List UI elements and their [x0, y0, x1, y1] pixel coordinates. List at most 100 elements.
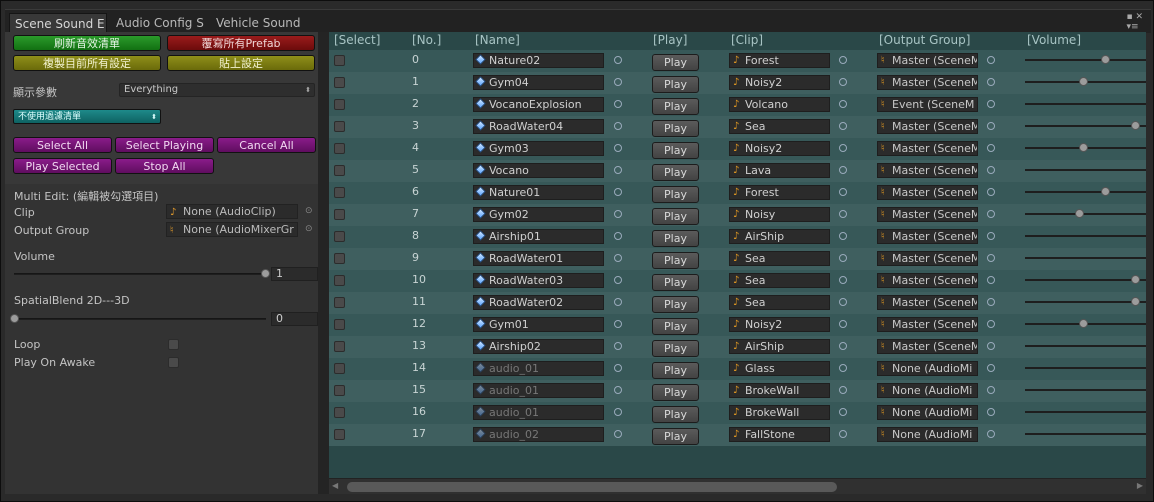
row-play-button[interactable]: Play: [652, 230, 699, 247]
spatial-blend-slider-handle[interactable]: [10, 314, 19, 323]
object-picker-icon[interactable]: [839, 122, 847, 130]
row-output-group-field[interactable]: ♮ Master (SceneM: [877, 53, 978, 68]
row-name-field[interactable]: RoadWater04: [473, 119, 604, 134]
object-picker-icon[interactable]: [987, 254, 995, 262]
scroll-right-icon[interactable]: ▶: [1137, 481, 1143, 490]
object-picker-icon[interactable]: [839, 276, 847, 284]
object-picker-icon[interactable]: [839, 364, 847, 372]
object-picker-icon[interactable]: ⊙: [305, 206, 313, 216]
row-play-button[interactable]: Play: [652, 186, 699, 203]
row-volume-slider-handle[interactable]: [1079, 143, 1088, 152]
object-picker-icon[interactable]: ⊙: [305, 224, 313, 234]
row-clip-field[interactable]: ♪ Noisy: [729, 207, 830, 222]
object-picker-icon[interactable]: [614, 100, 622, 108]
row-name-field[interactable]: Airship02: [473, 339, 604, 354]
object-picker-icon[interactable]: [987, 166, 995, 174]
row-name-field[interactable]: Vocano: [473, 163, 604, 178]
row-output-group-field[interactable]: ♮ Master (SceneM: [877, 273, 978, 288]
row-play-button[interactable]: Play: [652, 428, 699, 445]
select-all-button[interactable]: Select All: [13, 137, 112, 153]
row-output-group-field[interactable]: ♮ Event (SceneM: [877, 97, 978, 112]
object-picker-icon[interactable]: [839, 166, 847, 174]
loop-checkbox[interactable]: [168, 339, 179, 350]
row-select-checkbox[interactable]: [334, 341, 345, 352]
row-name-field[interactable]: VocanoExplosion: [473, 97, 604, 112]
row-play-button[interactable]: Play: [652, 208, 699, 225]
row-name-field[interactable]: RoadWater02: [473, 295, 604, 310]
row-output-group-field[interactable]: ♮ Master (SceneM: [877, 119, 978, 134]
object-picker-icon[interactable]: [839, 342, 847, 350]
row-name-field[interactable]: Gym03: [473, 141, 604, 156]
row-volume-slider[interactable]: [1025, 389, 1146, 391]
row-clip-field[interactable]: ♪ AirShip: [729, 339, 830, 354]
object-picker-icon[interactable]: [839, 298, 847, 306]
object-picker-icon[interactable]: [987, 342, 995, 350]
row-play-button[interactable]: Play: [652, 120, 699, 137]
row-volume-slider[interactable]: [1025, 169, 1146, 171]
tab-audio-config[interactable]: Audio Config S: [111, 13, 209, 34]
object-picker-icon[interactable]: [987, 78, 995, 86]
paste-settings-button[interactable]: 貼上設定: [167, 55, 315, 71]
object-picker-icon[interactable]: [987, 210, 995, 218]
object-picker-icon[interactable]: [614, 364, 622, 372]
row-play-button[interactable]: Play: [652, 54, 699, 71]
row-volume-slider[interactable]: [1025, 367, 1146, 369]
row-select-checkbox[interactable]: [334, 363, 345, 374]
object-picker-icon[interactable]: [839, 78, 847, 86]
row-volume-slider[interactable]: [1025, 191, 1146, 193]
row-name-field[interactable]: Nature01: [473, 185, 604, 200]
object-picker-icon[interactable]: [614, 276, 622, 284]
object-picker-icon[interactable]: [987, 122, 995, 130]
row-clip-field[interactable]: ♪ Volcano: [729, 97, 830, 112]
filter-dropdown[interactable]: 不使用過濾清單 ⬍: [13, 109, 161, 124]
object-picker-icon[interactable]: [839, 100, 847, 108]
row-select-checkbox[interactable]: [334, 231, 345, 242]
object-picker-icon[interactable]: [987, 232, 995, 240]
row-name-field[interactable]: Nature02: [473, 53, 604, 68]
spatial-blend-slider[interactable]: [10, 314, 266, 323]
row-select-checkbox[interactable]: [334, 121, 345, 132]
row-clip-field[interactable]: ♪ Sea: [729, 295, 830, 310]
row-volume-slider[interactable]: [1025, 103, 1146, 105]
row-output-group-field[interactable]: ♮ Master (SceneM: [877, 295, 978, 310]
object-picker-icon[interactable]: [614, 166, 622, 174]
object-picker-icon[interactable]: [987, 188, 995, 196]
row-play-button[interactable]: Play: [652, 252, 699, 269]
row-volume-slider[interactable]: [1025, 279, 1146, 281]
object-picker-icon[interactable]: [839, 56, 847, 64]
spatial-blend-value-field[interactable]: 0: [271, 312, 318, 326]
row-volume-slider[interactable]: [1025, 433, 1146, 435]
row-name-field[interactable]: audio_01: [473, 405, 604, 420]
row-play-button[interactable]: Play: [652, 142, 699, 159]
refresh-list-button[interactable]: 刷新音效清單: [13, 35, 161, 51]
row-volume-slider[interactable]: [1025, 125, 1146, 127]
row-select-checkbox[interactable]: [334, 99, 345, 110]
row-name-field[interactable]: Gym02: [473, 207, 604, 222]
row-output-group-field[interactable]: ♮ Master (SceneM: [877, 251, 978, 266]
play-on-awake-checkbox[interactable]: [168, 357, 179, 368]
row-clip-field[interactable]: ♪ Sea: [729, 251, 830, 266]
object-picker-icon[interactable]: [987, 276, 995, 284]
object-picker-icon[interactable]: [614, 232, 622, 240]
row-select-checkbox[interactable]: [334, 187, 345, 198]
object-picker-icon[interactable]: [614, 298, 622, 306]
row-play-button[interactable]: Play: [652, 274, 699, 291]
object-picker-icon[interactable]: [614, 254, 622, 262]
row-output-group-field[interactable]: ♮ None (AudioMi: [877, 427, 978, 442]
row-clip-field[interactable]: ♪ AirShip: [729, 229, 830, 244]
row-select-checkbox[interactable]: [334, 253, 345, 264]
row-play-button[interactable]: Play: [652, 362, 699, 379]
row-select-checkbox[interactable]: [334, 143, 345, 154]
row-play-button[interactable]: Play: [652, 76, 699, 93]
object-picker-icon[interactable]: [839, 254, 847, 262]
row-play-button[interactable]: Play: [652, 406, 699, 423]
row-volume-slider[interactable]: [1025, 345, 1146, 347]
object-picker-icon[interactable]: [987, 408, 995, 416]
row-volume-slider[interactable]: [1025, 59, 1146, 61]
object-picker-icon[interactable]: [987, 430, 995, 438]
row-name-field[interactable]: Gym04: [473, 75, 604, 90]
row-name-field[interactable]: RoadWater03: [473, 273, 604, 288]
row-select-checkbox[interactable]: [334, 165, 345, 176]
select-playing-button[interactable]: Select Playing: [115, 137, 214, 153]
object-picker-icon[interactable]: [839, 430, 847, 438]
